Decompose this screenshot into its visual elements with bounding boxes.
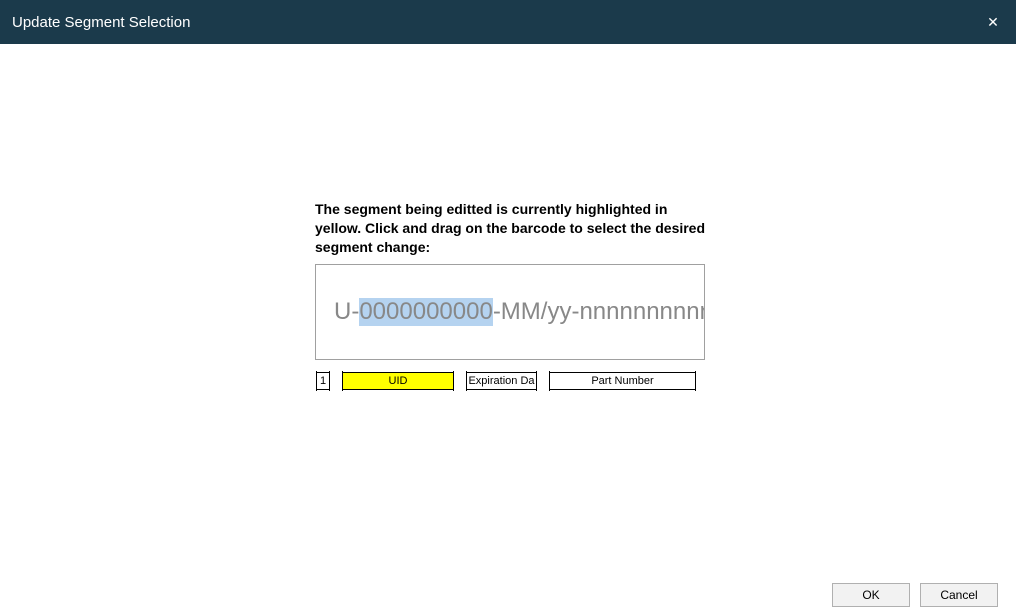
segment-one[interactable]: 1 [317,372,329,390]
close-icon[interactable]: ✕ [970,0,1016,44]
segment-gap [537,370,549,392]
dialog-body: The segment being editted is currently h… [0,44,1016,574]
segment-gap [330,370,342,392]
segment-part-number[interactable]: Part Number [550,372,695,390]
ok-button[interactable]: OK [832,583,910,607]
segment-divider [695,371,696,391]
instruction-text: The segment being editted is currently h… [315,200,715,257]
segment-legend: 1 UID Expiration Da Part Number [316,370,696,392]
barcode-suffix: -MM/yy-nnnnnnnnnnnn [493,298,705,326]
window-title: Update Segment Selection [12,14,190,31]
barcode-prefix: U- [334,298,359,326]
segment-gap [454,370,466,392]
title-bar: Update Segment Selection ✕ [0,0,1016,44]
barcode-display[interactable]: U-0000000000-MM/yy-nnnnnnnnnnnn [315,264,705,360]
dialog-footer: OK Cancel [0,574,1016,616]
segment-expiration[interactable]: Expiration Da [467,372,536,390]
cancel-button[interactable]: Cancel [920,583,998,607]
segment-uid[interactable]: UID [343,372,453,390]
barcode-highlight: 0000000000 [359,298,492,326]
